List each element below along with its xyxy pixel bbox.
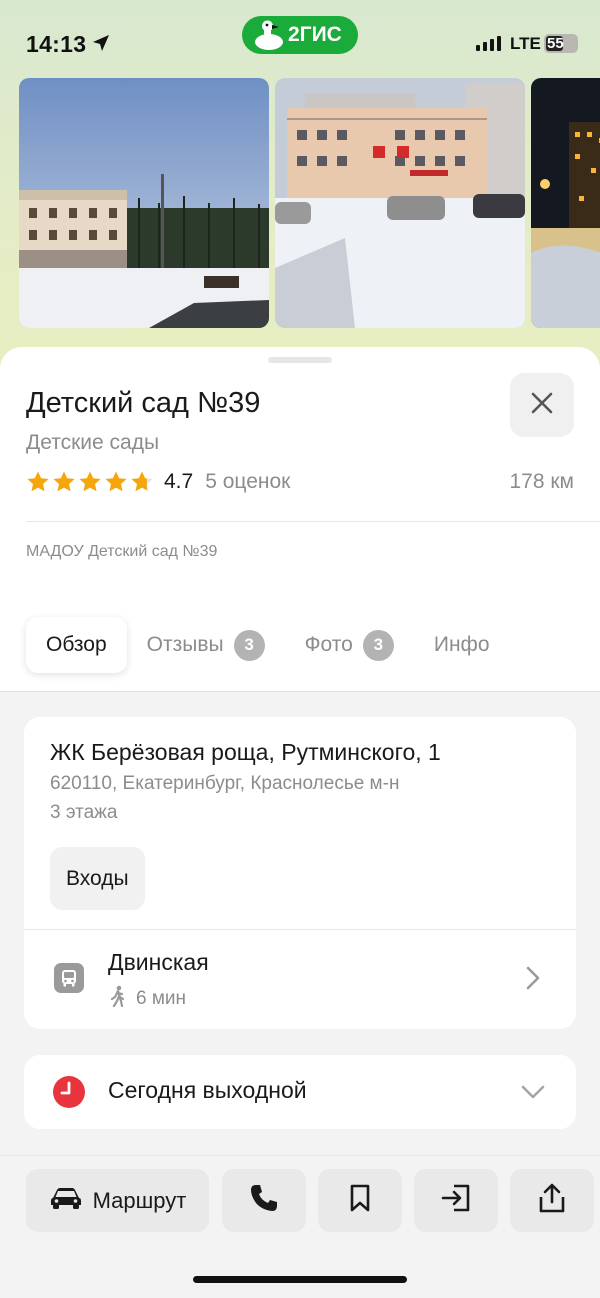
signal-icon bbox=[476, 36, 501, 51]
route-button[interactable]: Маршрут bbox=[26, 1169, 209, 1232]
tab-reviews[interactable]: Отзывы 3 bbox=[127, 617, 285, 673]
distance: 178 км bbox=[509, 470, 575, 493]
star-icon bbox=[27, 471, 49, 492]
address-main[interactable]: ЖК Берёзовая роща, Рутминского, 1 bbox=[50, 739, 441, 766]
enter-button[interactable] bbox=[414, 1169, 498, 1232]
call-button[interactable] bbox=[222, 1169, 306, 1232]
tab-label: Инфо bbox=[433, 633, 490, 656]
walk-time: 6 мин bbox=[136, 988, 187, 1009]
rating-stars bbox=[26, 470, 154, 494]
chevron-right-icon[interactable] bbox=[524, 965, 542, 996]
floors-count: 3 этажа bbox=[50, 802, 118, 823]
star-icon bbox=[105, 471, 127, 492]
divider bbox=[24, 929, 576, 930]
address-sub: 620110, Екатеринбург, Краснолесье м-н bbox=[50, 773, 400, 794]
photos-count-badge: 3 bbox=[362, 629, 394, 661]
reviews-count-badge: 3 bbox=[233, 629, 265, 661]
status-time: 14:13 bbox=[26, 31, 87, 57]
phone-icon bbox=[249, 1183, 279, 1218]
photo-3[interactable] bbox=[531, 78, 600, 328]
tab-label: Отзывы bbox=[146, 633, 224, 656]
star-icon bbox=[53, 471, 75, 492]
network-type: LTE bbox=[510, 34, 541, 53]
tab-bar: Обзор Отзывы 3 Фото 3 Инфо bbox=[26, 617, 510, 673]
tab-photos[interactable]: Фото 3 bbox=[285, 617, 414, 673]
car-icon bbox=[49, 1186, 83, 1216]
sheet-drag-handle[interactable] bbox=[268, 357, 332, 363]
brand-logo: 2ГИС bbox=[242, 16, 358, 54]
share-icon bbox=[537, 1182, 567, 1219]
rating-value: 4.7 bbox=[164, 470, 194, 493]
home-indicator bbox=[193, 1276, 407, 1283]
share-button[interactable] bbox=[510, 1169, 594, 1232]
place-title: Детский сад №39 bbox=[26, 387, 261, 419]
star-icon bbox=[79, 471, 101, 492]
address-card: ЖК Берёзовая роща, Рутминского, 1 620110… bbox=[24, 717, 576, 1029]
walking-icon bbox=[108, 985, 128, 1013]
close-button[interactable] bbox=[510, 373, 574, 437]
brand-name: 2ГИС bbox=[288, 23, 342, 46]
tab-label: Фото bbox=[304, 633, 353, 656]
clock-icon bbox=[52, 1075, 86, 1114]
photo-2[interactable] bbox=[275, 78, 525, 328]
transit-stop-name[interactable]: Двинская bbox=[108, 949, 209, 976]
chevron-down-icon[interactable] bbox=[520, 1083, 546, 1106]
status-bar: 14:13 2ГИС LTE 55 bbox=[0, 0, 600, 80]
rating-row[interactable]: 4.7 5 оценок 178 км bbox=[26, 467, 574, 497]
hours-status: Сегодня выходной bbox=[108, 1077, 307, 1103]
enter-icon bbox=[440, 1183, 472, 1218]
bookmark-button[interactable] bbox=[318, 1169, 402, 1232]
location-arrow-icon bbox=[92, 34, 110, 57]
organization-name: МАДОУ Детский сад №39 bbox=[26, 543, 218, 560]
walk-time-row: 6 мин bbox=[108, 985, 186, 1013]
rating-count[interactable]: 5 оценок bbox=[205, 470, 290, 494]
photo-carousel[interactable] bbox=[19, 78, 600, 328]
hours-card[interactable]: Сегодня выходной bbox=[24, 1055, 576, 1129]
divider bbox=[26, 521, 600, 522]
goose-logo-icon bbox=[252, 19, 286, 57]
star-icon bbox=[131, 471, 153, 492]
bus-icon bbox=[54, 963, 84, 993]
bookmark-icon bbox=[348, 1183, 372, 1218]
place-category: Детские сады bbox=[26, 431, 160, 454]
close-icon bbox=[530, 391, 554, 420]
tab-info[interactable]: Инфо bbox=[414, 617, 510, 673]
entrances-button[interactable]: Входы bbox=[50, 847, 145, 910]
bottom-action-bar: Маршрут bbox=[0, 1155, 600, 1298]
route-label: Маршрут bbox=[92, 1187, 187, 1213]
tab-overview[interactable]: Обзор bbox=[26, 617, 127, 673]
tab-label: Обзор bbox=[46, 633, 107, 656]
battery-icon: 55 bbox=[544, 34, 578, 53]
place-header: Детский сад №39 Детские сады 4.7 5 оцено… bbox=[0, 347, 600, 692]
photo-1[interactable] bbox=[19, 78, 269, 328]
battery-percent: 55 bbox=[547, 35, 564, 52]
